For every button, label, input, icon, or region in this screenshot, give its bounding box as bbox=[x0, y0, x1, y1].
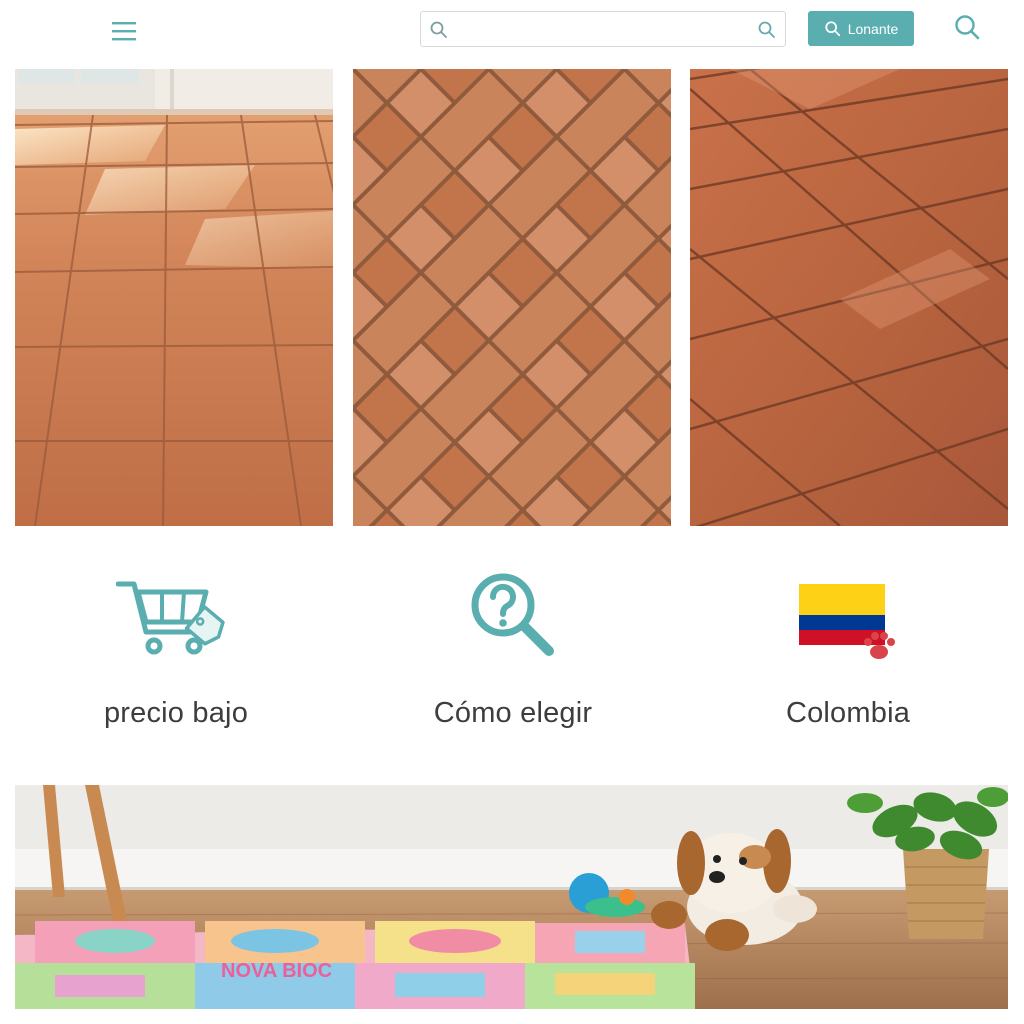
feature-label: Colombia bbox=[785, 697, 911, 729]
feature-label: Cómo elegir bbox=[433, 697, 593, 729]
feature-low-price[interactable]: precio bajo bbox=[26, 560, 326, 750]
hamburger-menu-icon bbox=[112, 22, 136, 41]
herringbone-brick-floor-photo[interactable] bbox=[353, 69, 671, 526]
terracotta-square-tiles-photo[interactable] bbox=[15, 69, 333, 526]
question-magnifier-icon bbox=[471, 573, 554, 656]
feature-label: precio bajo bbox=[103, 697, 249, 729]
search-button[interactable]: Lonante bbox=[808, 11, 914, 46]
feature-how-to-choose[interactable]: Cómo elegir bbox=[363, 560, 663, 750]
search-icon bbox=[430, 21, 447, 38]
search-input[interactable] bbox=[455, 18, 749, 42]
feature-colombia[interactable]: Colombia bbox=[698, 560, 998, 750]
search-submit-icon[interactable] bbox=[757, 20, 777, 40]
shopping-cart-tag-icon bbox=[116, 581, 225, 655]
menu-button[interactable] bbox=[104, 14, 144, 48]
search-button-label: Lonante bbox=[847, 20, 899, 37]
search-field[interactable] bbox=[420, 11, 786, 47]
glossy-rectangular-tile-floor-photo[interactable] bbox=[690, 69, 1008, 526]
kids-room-play-mat-photo[interactable]: NOVA BIOC bbox=[15, 785, 1008, 1009]
mat-text: NOVA BIOC bbox=[221, 960, 332, 982]
colombia-flag-paw-icon bbox=[799, 584, 895, 659]
search-icon bbox=[825, 20, 840, 36]
search-icon[interactable] bbox=[953, 13, 983, 43]
